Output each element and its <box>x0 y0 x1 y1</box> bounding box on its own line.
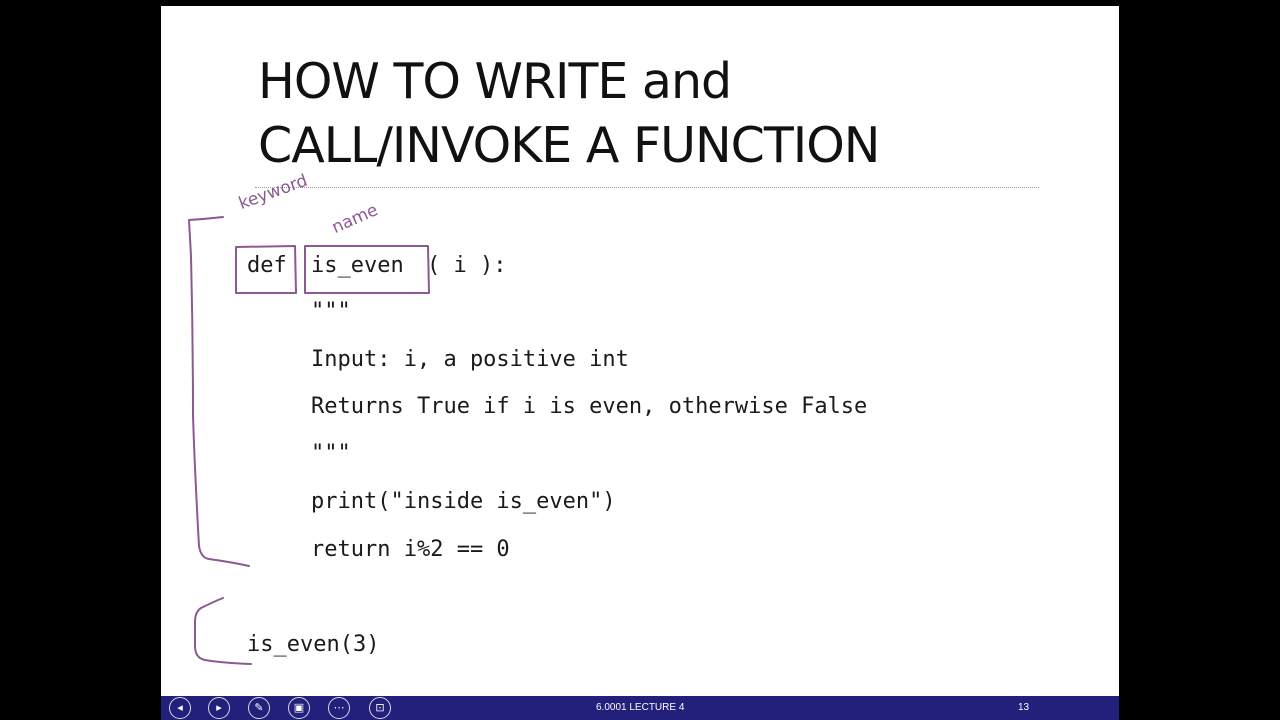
next-slide-button[interactable]: ▸ <box>208 697 230 719</box>
code-doc-line-1: Input: i, a positive int <box>311 347 629 372</box>
slide-title-line-1: HOW TO WRITE and <box>258 53 732 110</box>
slide-title-line-2: CALL/INVOKE A FUNCTION <box>258 117 880 174</box>
code-def-keyword: def <box>247 253 287 278</box>
code-docstring-open: """ <box>311 299 351 324</box>
chevron-right-icon: ▸ <box>216 701 222 714</box>
code-function-name: is_even <box>311 253 404 278</box>
slide-sorter-button[interactable]: ▣ <box>288 697 310 719</box>
slide-number: 13 <box>1018 702 1030 713</box>
code-signature-rest: ( i ): <box>427 253 507 278</box>
slides-icon: ▣ <box>293 701 305 714</box>
zoom-button[interactable]: ⊡ <box>369 697 391 719</box>
chevron-left-icon: ◂ <box>177 701 183 714</box>
slide: HOW TO WRITE and CALL/INVOKE A FUNCTION … <box>161 6 1119 696</box>
presenter-toolbar: ◂ ▸ ✎ ▣ ⋯ ⊡ 6.0001 LECTURE 4 13 <box>161 696 1119 720</box>
ellipsis-icon: ⋯ <box>333 701 345 714</box>
code-doc-line-2: Returns True if i is even, otherwise Fal… <box>311 394 868 419</box>
previous-slide-button[interactable]: ◂ <box>169 697 191 719</box>
call-bracket <box>194 597 252 665</box>
pen-icon: ✎ <box>254 701 264 714</box>
more-options-button[interactable]: ⋯ <box>328 697 350 719</box>
code-return-line: return i%2 == 0 <box>311 537 510 562</box>
title-divider <box>255 187 1039 188</box>
pen-tool-button[interactable]: ✎ <box>248 697 270 719</box>
code-call-line: is_even(3) <box>247 632 380 657</box>
definition-bracket <box>188 216 250 567</box>
screen: HOW TO WRITE and CALL/INVOKE A FUNCTION … <box>0 0 1280 720</box>
code-print-line: print("inside is_even") <box>311 489 616 514</box>
slide-title: HOW TO WRITE and CALL/INVOKE A FUNCTION <box>258 50 880 178</box>
name-annotation: name <box>328 200 382 238</box>
magnify-icon: ⊡ <box>375 701 385 714</box>
code-docstring-close: """ <box>311 441 351 466</box>
footer-lecture-label: 6.0001 LECTURE 4 <box>596 702 685 713</box>
